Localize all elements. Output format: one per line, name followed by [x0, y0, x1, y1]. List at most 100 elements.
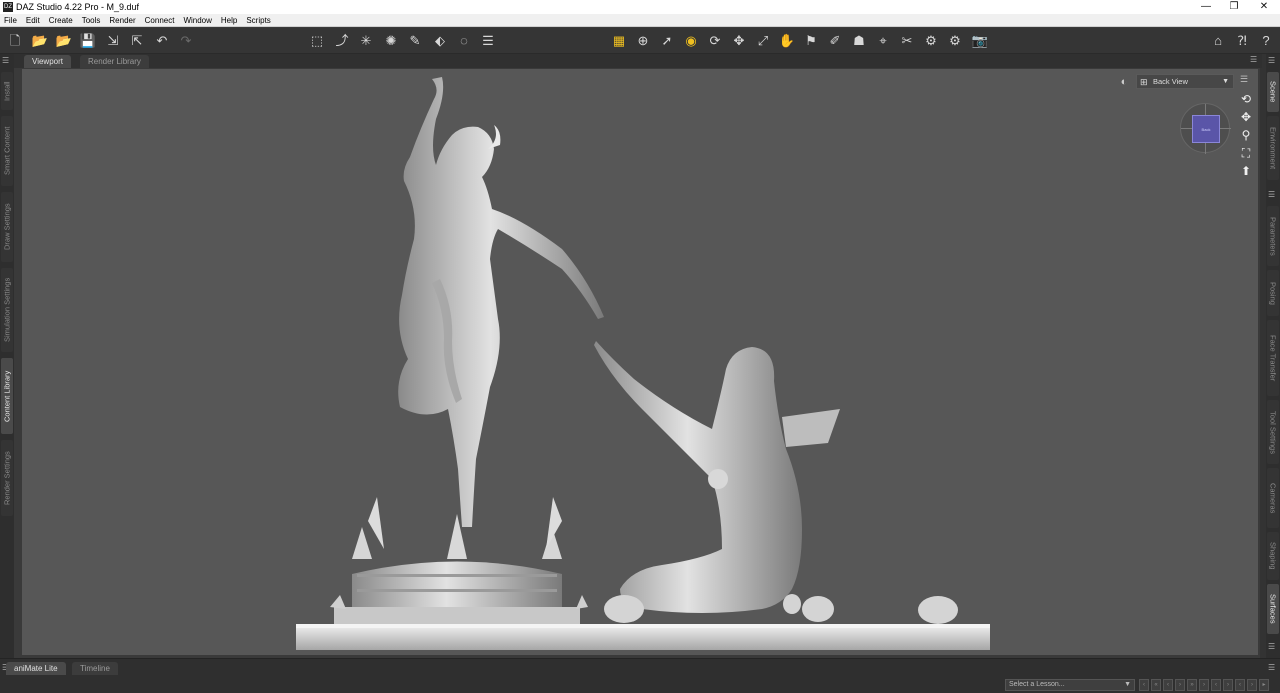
camera-tool-icon[interactable]: ⌖: [873, 31, 893, 51]
lesson-nav-button[interactable]: ›: [1247, 679, 1257, 691]
restore-button[interactable]: ❐: [1218, 0, 1250, 14]
align-icon[interactable]: ☰: [478, 31, 498, 51]
spot-render-icon[interactable]: ✎: [405, 31, 425, 51]
render-camera-icon[interactable]: 📷: [970, 31, 990, 51]
render-tool-icon[interactable]: ⚙: [921, 31, 941, 51]
lesson-nav-button[interactable]: ‹: [1235, 679, 1245, 691]
frame-icon[interactable]: ⛶: [1238, 145, 1254, 161]
navigation-cube[interactable]: Back: [1180, 103, 1231, 154]
view-select-dropdown[interactable]: ⊞ Back View ▼: [1136, 74, 1234, 89]
tab-parameters[interactable]: Parameters: [1267, 206, 1279, 266]
translate-icon[interactable]: ✥: [729, 31, 749, 51]
scene-render[interactable]: [22, 69, 1258, 655]
right-menu-icon[interactable]: ☰: [1268, 56, 1275, 65]
menu-scripts[interactable]: Scripts: [242, 16, 275, 25]
render-settings-icon[interactable]: ⚙: [945, 31, 965, 51]
tab-cameras[interactable]: Cameras: [1267, 468, 1279, 528]
tab-render-settings[interactable]: Render Settings: [1, 440, 13, 516]
tab-viewport[interactable]: Viewport: [24, 55, 71, 68]
window-title: DAZ Studio 4.22 Pro - M_9.duf: [16, 2, 140, 12]
lesson-nav-button[interactable]: ›: [1199, 679, 1209, 691]
whats-this-icon[interactable]: ⁈: [1232, 31, 1252, 51]
navcube-face[interactable]: Back: [1192, 115, 1220, 143]
lesson-nav-button[interactable]: ‹: [1211, 679, 1221, 691]
tab-timeline[interactable]: Timeline: [72, 662, 118, 675]
scale-icon[interactable]: ⤢: [753, 31, 773, 51]
menu-help[interactable]: Help: [217, 16, 242, 25]
title-bar: DZ DAZ Studio 4.22 Pro - M_9.duf — ❐ ✕: [0, 0, 1280, 14]
merge-icon[interactable]: ⇲: [103, 31, 123, 51]
right-menu-icon-2[interactable]: ☰: [1268, 190, 1275, 199]
lesson-nav-button[interactable]: ▸: [1259, 679, 1269, 691]
paint-icon[interactable]: ✐: [825, 31, 845, 51]
undo-icon[interactable]: ↶: [152, 31, 172, 51]
menu-render[interactable]: Render: [105, 16, 140, 25]
tab-posing[interactable]: Posing: [1267, 270, 1279, 316]
tab-tool-settings[interactable]: Tool Settings: [1267, 400, 1279, 464]
region-icon[interactable]: ◌: [454, 31, 474, 51]
zoom-icon[interactable]: ⚲: [1238, 127, 1254, 143]
right-panel-strip: ☰ Scene Environment ☰ Parameters Posing …: [1266, 54, 1280, 658]
lesson-nav-button[interactable]: ›: [1175, 679, 1185, 691]
view-select-label: Back View: [1153, 77, 1188, 86]
tab-smart-content[interactable]: Smart Content: [1, 116, 13, 186]
right-menu-icon-3[interactable]: ☰: [1268, 642, 1275, 651]
viewport-options-icon[interactable]: ☰: [1240, 74, 1248, 85]
perspective-sphere-icon[interactable]: ◐: [1116, 74, 1132, 90]
export-icon[interactable]: ⇱: [127, 31, 147, 51]
menu-connect[interactable]: Connect: [141, 16, 180, 25]
lesson-nav-button[interactable]: «: [1151, 679, 1161, 691]
pin-icon[interactable]: ✂: [897, 31, 917, 51]
tab-surfaces[interactable]: Surfaces: [1267, 584, 1279, 634]
node-weight-icon[interactable]: ✺: [381, 31, 401, 51]
tab-install[interactable]: Install: [1, 72, 13, 110]
open-file-icon[interactable]: 📂: [30, 31, 50, 51]
menu-bar: File Edit Create Tools Render Connect Wi…: [0, 14, 1280, 27]
reset-view-icon[interactable]: ⬆: [1238, 163, 1254, 179]
pose-tool-icon[interactable]: ☗: [849, 31, 869, 51]
figure-icon[interactable]: ⚑: [801, 31, 821, 51]
joint-editor-icon[interactable]: ⤴: [332, 31, 352, 51]
select-arrow-icon[interactable]: ➚: [657, 31, 677, 51]
viewport-tab-row: Viewport Render Library ☰: [14, 54, 1262, 68]
menu-file[interactable]: File: [0, 16, 22, 25]
tab-render-library[interactable]: Render Library: [80, 55, 149, 68]
new-file-icon[interactable]: 🗋: [5, 31, 25, 51]
help-icon[interactable]: ?: [1256, 31, 1276, 51]
menu-edit[interactable]: Edit: [22, 16, 45, 25]
lesson-nav-button[interactable]: »: [1187, 679, 1197, 691]
orbit-icon[interactable]: ⟲: [1238, 91, 1254, 107]
tab-scene[interactable]: Scene: [1267, 72, 1279, 112]
universal-tool-icon[interactable]: ⊕: [633, 31, 653, 51]
viewport-menu-icon[interactable]: ☰: [1250, 55, 1257, 64]
tab-face-transfer[interactable]: Face Transfer: [1267, 320, 1279, 396]
tab-draw-settings[interactable]: Draw Settings: [1, 192, 13, 262]
node-selection-icon[interactable]: ⬚: [307, 31, 327, 51]
rotate-icon[interactable]: ⟳: [705, 31, 725, 51]
menu-tools[interactable]: Tools: [78, 16, 106, 25]
surface-selection-icon[interactable]: ✋: [777, 31, 797, 51]
tab-simulation-settings[interactable]: Simulation Settings: [1, 268, 13, 352]
save-icon[interactable]: 💾: [78, 31, 98, 51]
lesson-nav-button[interactable]: ›: [1223, 679, 1233, 691]
lesson-nav-button[interactable]: ‹: [1163, 679, 1173, 691]
close-button[interactable]: ✕: [1248, 0, 1280, 14]
bottom-right-menu-icon[interactable]: ☰: [1268, 663, 1275, 672]
grid-icon[interactable]: ▦: [609, 31, 629, 51]
menu-window[interactable]: Window: [179, 16, 216, 25]
home-icon[interactable]: ⌂: [1208, 31, 1228, 51]
redo-icon[interactable]: ↷: [176, 31, 196, 51]
tab-shaping[interactable]: Shaping: [1267, 532, 1279, 580]
transform-icon[interactable]: ⬖: [430, 31, 450, 51]
tab-content-library[interactable]: Content Library: [1, 358, 13, 434]
pan-icon[interactable]: ✥: [1238, 109, 1254, 125]
lesson-select[interactable]: Select a Lesson... ▼: [1005, 679, 1135, 691]
tab-environment[interactable]: Environment: [1267, 116, 1279, 180]
left-menu-icon[interactable]: ☰: [2, 56, 9, 65]
tab-animate-lite[interactable]: aniMate Lite: [6, 662, 66, 675]
geometry-editor-icon[interactable]: ✳: [356, 31, 376, 51]
lesson-nav-button[interactable]: ‹: [1139, 679, 1149, 691]
active-pose-icon[interactable]: ◉: [681, 31, 701, 51]
open-recent-icon[interactable]: 📂: [54, 31, 74, 51]
menu-create[interactable]: Create: [45, 16, 78, 25]
